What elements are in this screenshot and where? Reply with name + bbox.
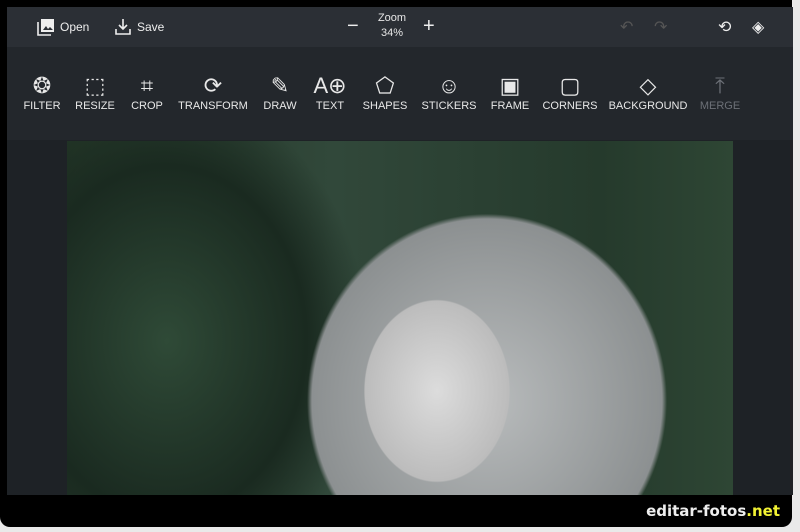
tool-filter[interactable]: ❂ FILTER — [23, 72, 60, 112]
watermark-name: editar-fotos — [646, 502, 747, 520]
tool-label: SHAPES — [362, 100, 408, 112]
frame-icon: ▣ — [499, 73, 521, 98]
zoom-value: 34% — [380, 27, 404, 39]
tool-merge[interactable]: ⤒ MERGE — [700, 72, 740, 112]
save-label: Save — [137, 20, 165, 34]
zoom-out-button[interactable]: − — [347, 15, 359, 38]
open-button[interactable]: Open — [37, 18, 89, 36]
tool-stickers[interactable]: ☺ STICKERS — [421, 72, 476, 112]
tiger-photo[interactable] — [67, 141, 733, 495]
tool-label: CORNERS — [542, 100, 598, 112]
tool-label: DRAW — [263, 100, 297, 112]
watermark-tld: .net — [746, 502, 780, 520]
zoom-in-button[interactable]: + — [423, 15, 435, 38]
paint-bucket-icon: ◇ — [639, 73, 657, 98]
tool-transform[interactable]: ⟳ TRANSFORM — [178, 72, 248, 112]
tool-shapes[interactable]: ⬠ SHAPES — [363, 72, 408, 112]
zoom-display: Zoom 34% — [377, 11, 407, 41]
text-add-icon: A⊕ — [313, 73, 347, 98]
redo-icon[interactable]: ↷ — [654, 17, 667, 37]
save-button[interactable]: Save — [114, 18, 164, 36]
tool-draw[interactable]: ✎ DRAW — [263, 72, 296, 112]
pencil-icon: ✎ — [270, 73, 290, 98]
tool-corners[interactable]: ▢ CORNERS — [542, 72, 597, 112]
zoom-label: Zoom — [377, 12, 407, 24]
tool-frame[interactable]: ▣ FRAME — [491, 72, 530, 112]
resize-icon: ⬚ — [84, 73, 106, 98]
undo-icon[interactable]: ↶ — [620, 17, 633, 37]
watermark-logo: editar-fotos.net — [646, 502, 780, 520]
open-label: Open — [60, 20, 90, 34]
crop-icon: ⌗ — [140, 73, 154, 98]
smiley-icon: ☺ — [437, 73, 461, 98]
tool-label: FILTER — [23, 100, 61, 112]
rounded-square-icon: ▢ — [559, 73, 581, 98]
rotate-icon: ⟳ — [203, 73, 223, 98]
layers-icon[interactable]: ◈ — [752, 17, 764, 37]
download-icon — [115, 19, 131, 35]
image-icon — [37, 19, 54, 36]
tool-label: TEXT — [315, 100, 345, 112]
tool-label: FRAME — [490, 100, 530, 112]
tool-label: STICKERS — [421, 100, 477, 112]
tool-label: MERGE — [699, 100, 741, 112]
tool-label: CROP — [131, 100, 163, 112]
tool-crop[interactable]: ⌗ CROP — [131, 72, 163, 112]
tool-label: TRANSFORM — [178, 100, 248, 112]
aperture-icon: ❂ — [32, 73, 52, 98]
tools-bar: ❂ FILTER ⬚ RESIZE ⌗ CROP ⟳ TRANSFORM ✎ DRAW A⊕ TEXT… — [7, 47, 793, 140]
tool-text[interactable]: A⊕ TEXT — [313, 72, 346, 112]
tool-background[interactable]: ◇ BACKGROUND — [609, 72, 688, 112]
merge-icon: ⤒ — [715, 73, 725, 98]
pentagon-icon: ⬠ — [375, 73, 395, 98]
tool-resize[interactable]: ⬚ RESIZE — [75, 72, 115, 112]
history-icon[interactable]: ⟲ — [718, 17, 731, 37]
tool-label: RESIZE — [75, 100, 115, 112]
top-bar: Open Save − Zoom 34% + ↶ ↷ ⟲ ◈ — [7, 7, 793, 47]
tool-label: BACKGROUND — [608, 100, 688, 112]
